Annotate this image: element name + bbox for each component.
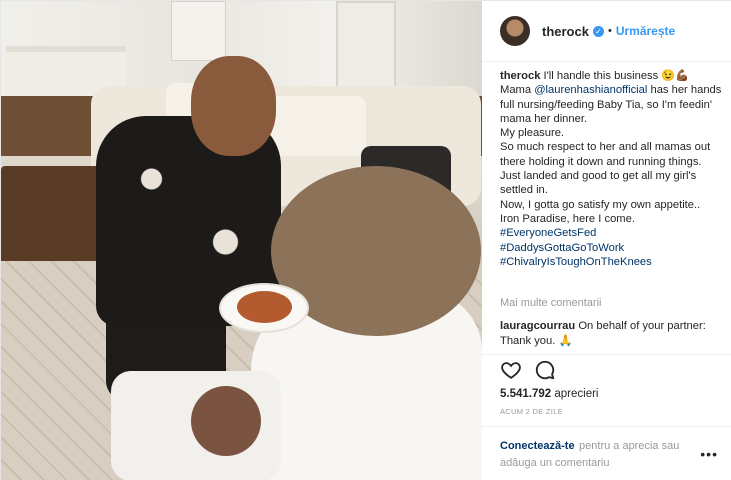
add-comment-text: Conectează-te pentru a aprecia sau adăug… [500, 437, 700, 471]
post-header: therock ✓ • Urmărește [482, 1, 731, 62]
caption-line: Now, I gotta go satisfy my own appetite.… [500, 198, 701, 211]
hashtag-link[interactable]: #ChivalryIsToughOnTheKnees [500, 255, 725, 269]
hashtag-link[interactable]: #DaddysGottaGoToWork [500, 241, 725, 255]
photo-food [237, 291, 292, 323]
action-bar [482, 354, 731, 384]
photo-man-head [191, 56, 276, 156]
caption-line: I'll handle this business 😉💪🏾 [543, 70, 690, 82]
add-comment-section: Conectează-te pentru a aprecia sau adăug… [482, 426, 731, 480]
post-photo[interactable] [1, 1, 482, 480]
avatar[interactable] [500, 16, 530, 46]
comment: lauragcourrau On behalf of your partner:… [500, 319, 725, 349]
more-comments-link[interactable]: Mai multe comentarii [500, 297, 601, 309]
post-timestamp[interactable]: ACUM 2 DE ZILE [500, 407, 563, 416]
more-options-icon[interactable]: ••• [700, 446, 718, 462]
caption-line: Mama [500, 84, 532, 97]
likes-label: aprecieri [554, 388, 599, 400]
photo-door [336, 1, 396, 96]
login-link[interactable]: Conectează-te [500, 440, 575, 452]
comment-username[interactable]: lauragcourrau [500, 320, 575, 332]
header-separator: • [607, 25, 612, 37]
caption-line: My pleasure. [500, 127, 565, 140]
caption-username[interactable]: therock [500, 70, 540, 82]
caption-line: Just landed and good to get all my girl'… [500, 170, 697, 197]
follow-button[interactable]: Urmărește [616, 24, 675, 38]
heart-outline-icon[interactable] [500, 359, 522, 381]
verified-badge-icon: ✓ [592, 25, 604, 37]
header-username[interactable]: therock [542, 24, 589, 39]
instagram-post: therock ✓ • Urmărește therock I'll handl… [0, 0, 731, 480]
hashtag-link[interactable]: #EveryoneGetsFed [500, 226, 725, 240]
photo-cabinet [171, 1, 226, 61]
photo-baby [191, 386, 261, 456]
caption: therock I'll handle this business 😉💪🏾 Ma… [500, 69, 725, 269]
likes-number: 5.541.792 [500, 388, 552, 400]
caption-line: So much respect to her and all mamas out… [500, 141, 711, 168]
photo-cushion [266, 96, 366, 156]
comment-bubble-icon[interactable] [534, 359, 556, 381]
caption-line: Iron Paradise, here I come. [500, 212, 635, 225]
likes-count[interactable]: 5.541.792 aprecieri [500, 388, 598, 400]
mention-link[interactable]: @laurenhashianofficial [534, 84, 647, 96]
post-sidebar: therock ✓ • Urmărește therock I'll handl… [482, 1, 731, 480]
